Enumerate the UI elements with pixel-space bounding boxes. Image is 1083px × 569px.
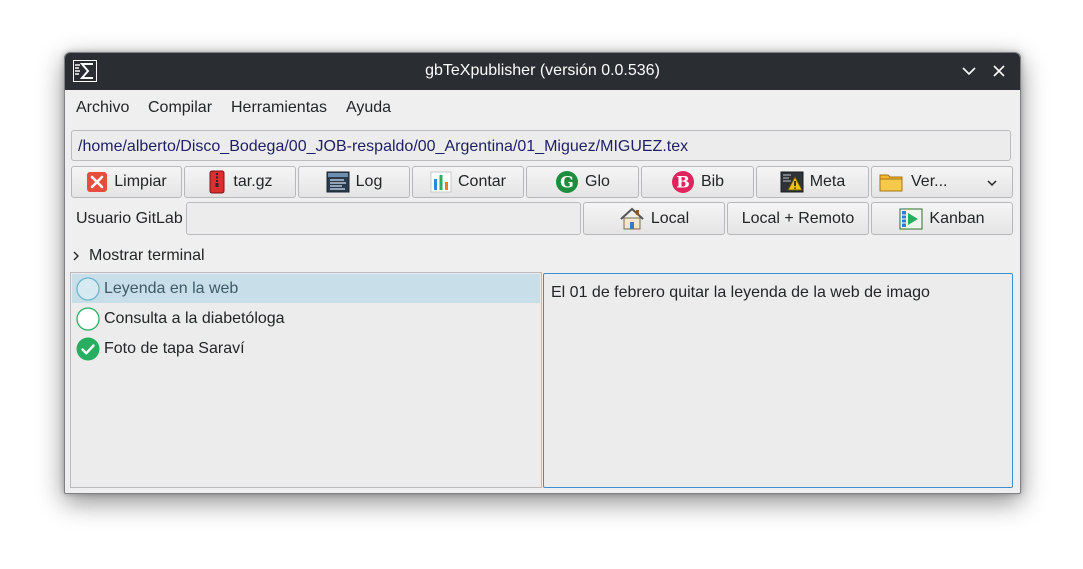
targz-button[interactable]: tar.gz (184, 166, 296, 198)
task-label: Foto de tapa Saraví (104, 339, 245, 357)
task-notes-textarea[interactable]: El 01 de febrero quitar la leyenda de la… (543, 273, 1013, 488)
glo-button[interactable]: G Glo (526, 166, 639, 198)
contar-button[interactable]: Contar (412, 166, 524, 198)
gitlab-user-label: Usuario GitLab (76, 210, 183, 227)
kanban-board-icon (899, 208, 923, 229)
svg-text:B: B (676, 173, 690, 192)
meta-button[interactable]: Meta (756, 166, 869, 198)
title-bar[interactable]: gbTeXpublisher (versión 0.0.536) (65, 53, 1020, 90)
chevron-down-icon (987, 180, 997, 187)
log-label: Log (355, 173, 383, 190)
menu-ayuda[interactable]: Ayuda (346, 99, 391, 117)
kanban-label: Kanban (929, 209, 985, 227)
show-terminal-label: Mostrar terminal (89, 247, 205, 264)
kanban-button[interactable]: Kanban (871, 202, 1013, 235)
show-terminal-toggle[interactable]: Mostrar terminal (71, 246, 205, 266)
contar-label: Contar (457, 173, 507, 190)
ver-label: Ver... (911, 173, 948, 190)
task-item[interactable]: Foto de tapa Saraví (72, 334, 540, 363)
limpiar-label: Limpiar (114, 173, 167, 190)
home-icon (620, 207, 644, 229)
archive-icon (209, 170, 225, 194)
task-item[interactable]: Consulta a la diabetóloga (72, 304, 540, 333)
clear-icon (87, 172, 108, 192)
bar-chart-icon (430, 171, 452, 193)
unchecked-circle-icon[interactable] (76, 306, 100, 331)
minimize-icon[interactable] (960, 62, 978, 80)
window-title: gbTeXpublisher (versión 0.0.536) (425, 62, 660, 79)
bib-label: Bib (700, 173, 725, 190)
file-path-field[interactable]: /home/alberto/Disco_Bodega/00_JOB-respal… (71, 130, 1011, 161)
menu-bar: Archivo Compilar Herramientas Ayuda (65, 90, 1020, 126)
targz-label: tar.gz (233, 173, 273, 190)
menu-herramientas[interactable]: Herramientas (231, 99, 327, 117)
unchecked-circle-icon[interactable] (76, 276, 100, 301)
folder-icon (879, 174, 903, 192)
bib-button[interactable]: B Bib (641, 166, 754, 198)
bibliography-b-icon: B (671, 171, 694, 193)
app-window: gbTeXpublisher (versión 0.0.536) Archivo… (64, 52, 1021, 494)
meta-label: Meta (809, 173, 846, 190)
metadata-warning-icon (780, 171, 804, 193)
glossary-g-icon: G (556, 171, 579, 193)
log-button[interactable]: Log (298, 166, 410, 198)
local-remoto-label: Local + Remoto (741, 209, 855, 227)
checked-circle-icon[interactable] (76, 337, 100, 361)
local-label: Local (650, 209, 690, 227)
local-button[interactable]: Local (583, 202, 725, 235)
local-remoto-button[interactable]: Local + Remoto (727, 202, 869, 235)
task-item[interactable]: Leyenda en la web (72, 274, 540, 303)
menu-compilar[interactable]: Compilar (148, 99, 212, 117)
close-icon[interactable] (990, 62, 1008, 80)
task-label: Leyenda en la web (104, 279, 239, 297)
menu-archivo[interactable]: Archivo (76, 99, 129, 117)
glo-label: Glo (585, 173, 610, 190)
chevron-right-icon (73, 251, 79, 261)
gitlab-user-input[interactable] (186, 202, 581, 235)
ver-dropdown[interactable]: Ver... (871, 166, 1013, 198)
limpiar-button[interactable]: Limpiar (71, 166, 182, 198)
task-label: Consulta a la diabetóloga (104, 309, 285, 327)
svg-text:G: G (560, 173, 574, 192)
task-list: Leyenda en la web Consulta a la diabetól… (70, 272, 542, 488)
log-terminal-icon (326, 171, 350, 193)
